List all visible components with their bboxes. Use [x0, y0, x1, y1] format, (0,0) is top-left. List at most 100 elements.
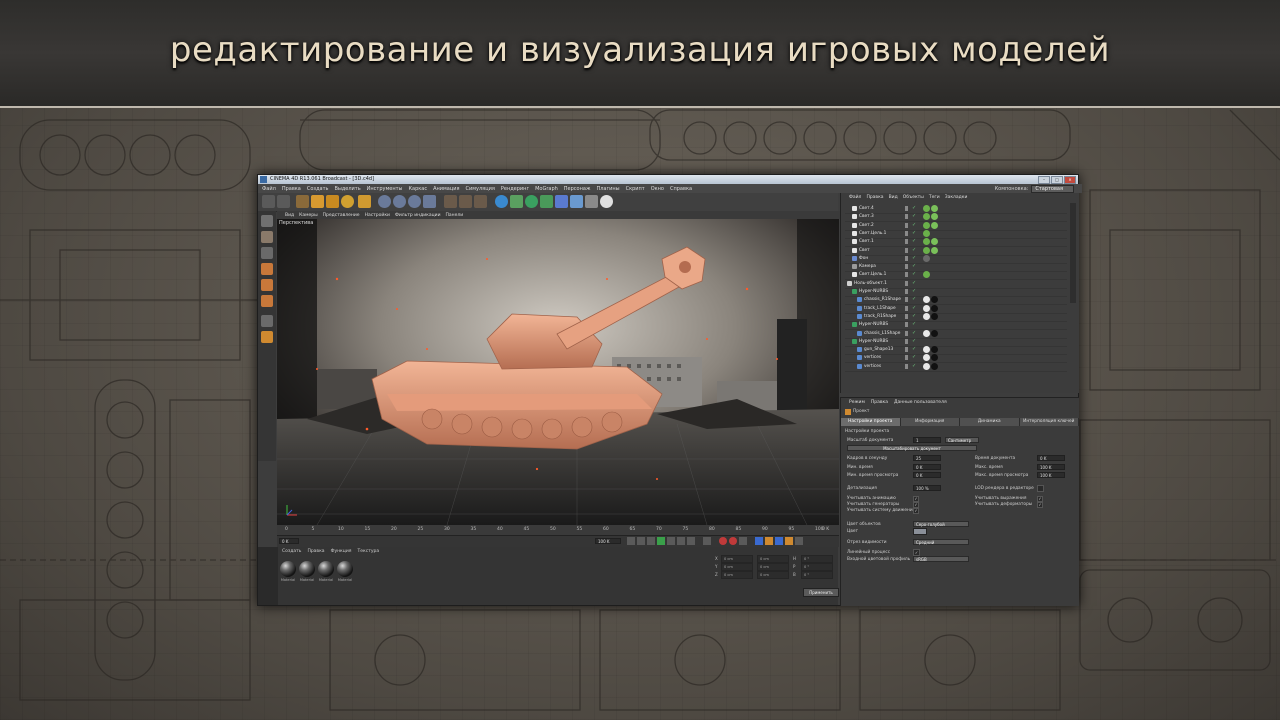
loop-icon[interactable]	[703, 537, 711, 545]
deformer-icon[interactable]	[555, 195, 568, 208]
object-tag-icon[interactable]	[923, 271, 930, 279]
scale-field[interactable]: 1	[913, 437, 941, 443]
object-tag-icon[interactable]	[931, 346, 938, 354]
material-swatch[interactable]	[318, 561, 334, 577]
object-tag-icon[interactable]	[923, 213, 930, 221]
next-key-icon[interactable]	[677, 537, 685, 545]
model-mode-icon[interactable]	[261, 231, 273, 243]
object-manager-scrollbar[interactable]	[1070, 203, 1076, 303]
field-value[interactable]: 100 K	[1037, 463, 1065, 470]
visibility-toggle[interactable]	[905, 280, 908, 286]
enabled-check-icon[interactable]: ✓	[912, 213, 916, 219]
object-tag-icon[interactable]	[923, 246, 930, 254]
menu-item[interactable]: Персонаж	[564, 186, 591, 192]
key-position-icon[interactable]	[755, 537, 763, 545]
object-tag-icon[interactable]	[923, 329, 930, 337]
scale-unit-dropdown[interactable]: Сантиметр	[945, 437, 979, 443]
field-value[interactable]: 100 K	[1037, 472, 1065, 478]
viewport-menu-item[interactable]: Панели	[446, 213, 464, 218]
render-view-icon[interactable]	[444, 195, 457, 208]
select-tool-icon[interactable]	[296, 195, 309, 208]
object-tag-icon[interactable]	[931, 304, 938, 312]
attribute-menu-item[interactable]: Режим	[849, 400, 865, 405]
visibility-toggle[interactable]	[905, 322, 908, 328]
option-checkbox[interactable]: ✓	[913, 508, 919, 514]
color-swatch[interactable]	[913, 528, 927, 535]
object-tag-icon[interactable]	[931, 205, 938, 212]
material-swatch[interactable]	[299, 561, 315, 577]
enabled-check-icon[interactable]: ✓	[912, 346, 916, 352]
visibility-toggle[interactable]	[905, 214, 908, 220]
visibility-toggle[interactable]	[905, 239, 908, 245]
visibility-toggle[interactable]	[905, 297, 908, 303]
menu-item[interactable]: Инструменты	[367, 186, 403, 192]
object-tag-icon[interactable]	[923, 354, 930, 362]
enabled-check-icon[interactable]: ✓	[912, 288, 916, 294]
object-tag-icon[interactable]	[931, 362, 938, 370]
key-scale-icon[interactable]	[765, 537, 773, 545]
key-pla-icon[interactable]	[795, 537, 803, 545]
object-tag-icon[interactable]	[931, 329, 938, 337]
enabled-check-icon[interactable]: ✓	[912, 263, 916, 269]
menu-item[interactable]: Правка	[282, 186, 301, 192]
menu-item[interactable]: Каркас	[408, 186, 427, 192]
visibility-toggle[interactable]	[905, 305, 908, 311]
menu-item[interactable]: Окно	[651, 186, 664, 192]
size-x-field[interactable]: 0 cm	[757, 555, 789, 563]
visibility-toggle[interactable]	[905, 347, 908, 353]
go-end-icon[interactable]	[687, 537, 695, 545]
go-start-icon[interactable]	[627, 537, 635, 545]
object-menu-item[interactable]: Файл	[849, 195, 861, 200]
enabled-check-icon[interactable]: ✓	[912, 338, 916, 344]
menu-item[interactable]: MoGraph	[535, 186, 558, 192]
viewport-menu-item[interactable]: Настройки	[365, 213, 390, 218]
object-tag-icon[interactable]	[931, 246, 938, 254]
snap-icon[interactable]	[261, 315, 273, 327]
camera-icon[interactable]	[585, 195, 598, 208]
object-row[interactable]: vertices ✓	[845, 362, 1067, 372]
enabled-check-icon[interactable]: ✓	[912, 321, 916, 327]
object-menu-item[interactable]: Объекты	[903, 195, 924, 200]
object-tag-icon[interactable]	[931, 213, 938, 221]
object-menu-item[interactable]: Закладки	[945, 195, 968, 200]
object-tag-icon[interactable]	[931, 238, 938, 246]
menu-item[interactable]: Рендеринг	[501, 186, 529, 192]
visibility-toggle[interactable]	[905, 363, 908, 369]
attribute-tab[interactable]: Настройки проекта	[841, 418, 901, 426]
visibility-toggle[interactable]	[905, 255, 908, 261]
play-icon[interactable]	[657, 537, 665, 545]
scale-tool-icon[interactable]	[326, 195, 339, 208]
scene-icon[interactable]	[570, 195, 583, 208]
nurbs-icon[interactable]	[525, 195, 538, 208]
move-tool-icon[interactable]	[311, 195, 324, 208]
menu-item[interactable]: Создать	[307, 186, 329, 192]
points-mode-icon[interactable]	[261, 263, 273, 275]
enabled-check-icon[interactable]: ✓	[912, 363, 916, 369]
enabled-check-icon[interactable]: ✓	[912, 238, 916, 244]
coord-x-field[interactable]: 0 cm	[721, 555, 753, 563]
size-z-field[interactable]: 0 cm	[757, 571, 789, 579]
object-tag-icon[interactable]	[923, 346, 930, 354]
menu-item[interactable]: Справка	[670, 186, 692, 192]
y-axis-icon[interactable]	[393, 195, 406, 208]
visibility-toggle[interactable]	[905, 338, 908, 344]
texture-mode-icon[interactable]	[261, 247, 273, 259]
redo-icon[interactable]	[277, 195, 290, 208]
material-menu-item[interactable]: Создать	[282, 549, 301, 554]
object-color-dropdown[interactable]: Серо-голубой	[913, 521, 969, 527]
key-param-icon[interactable]	[785, 537, 793, 545]
z-axis-icon[interactable]	[408, 195, 421, 208]
visibility-toggle[interactable]	[905, 264, 908, 270]
attribute-tab[interactable]: Динамика	[960, 418, 1020, 426]
field-value[interactable]: 25	[913, 455, 941, 461]
visibility-toggle[interactable]	[905, 222, 908, 228]
object-tag-icon[interactable]	[923, 312, 930, 320]
enabled-check-icon[interactable]: ✓	[912, 255, 916, 261]
rotate-tool-icon[interactable]	[341, 195, 354, 208]
size-y-field[interactable]: 0 cm	[757, 563, 789, 571]
object-tag-icon[interactable]	[931, 221, 938, 229]
render-settings-icon[interactable]	[474, 195, 487, 208]
object-tag-icon[interactable]	[923, 229, 930, 237]
enabled-check-icon[interactable]: ✓	[912, 271, 916, 277]
enabled-check-icon[interactable]: ✓	[912, 222, 916, 228]
